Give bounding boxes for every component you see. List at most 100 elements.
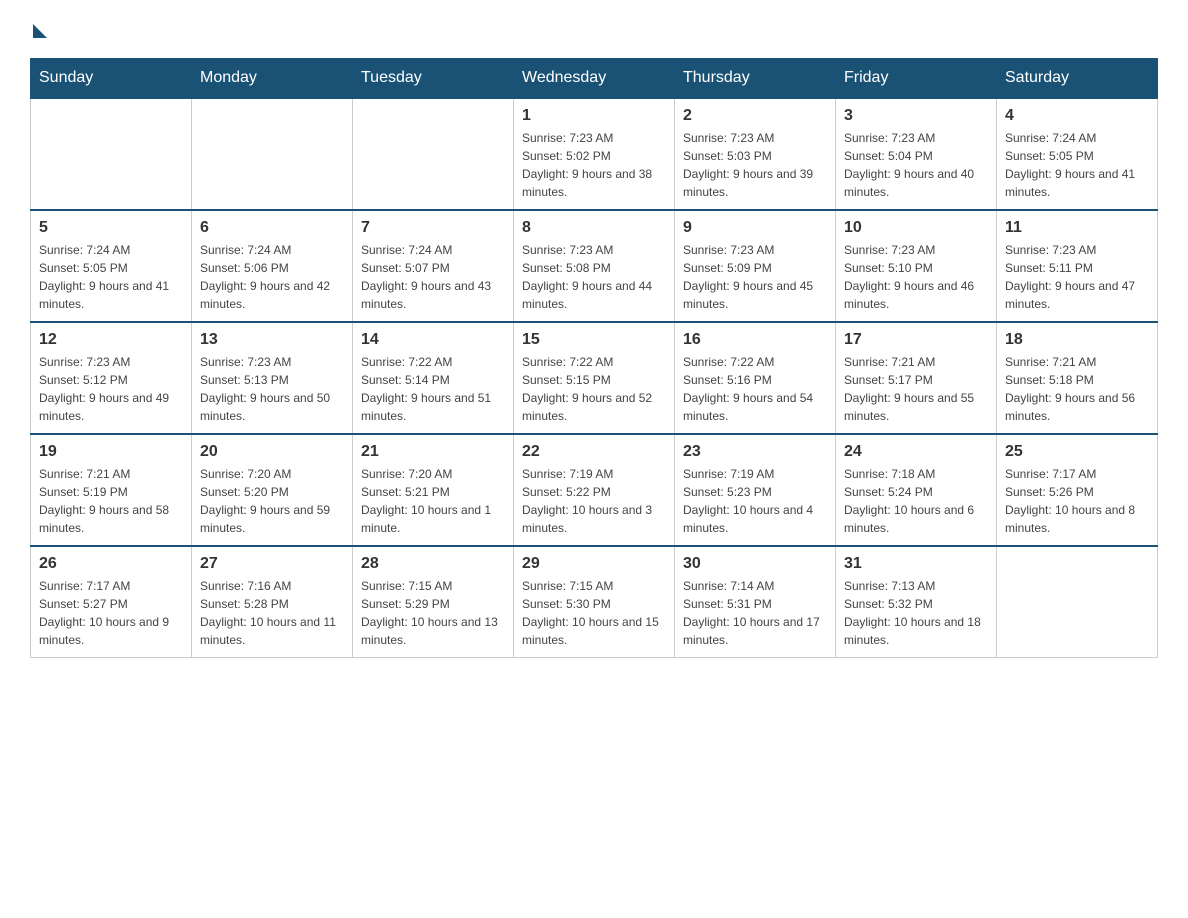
day-info: Sunrise: 7:20 AMSunset: 5:20 PMDaylight:…: [200, 465, 344, 537]
calendar-cell: [31, 98, 192, 210]
day-number: 7: [361, 219, 505, 237]
day-number: 15: [522, 331, 666, 349]
day-number: 18: [1005, 331, 1149, 349]
calendar-week-row: 1 Sunrise: 7:23 AMSunset: 5:02 PMDaylight…: [31, 98, 1158, 210]
calendar-cell: 4 Sunrise: 7:24 AMSunset: 5:05 PMDaylight…: [997, 98, 1158, 210]
day-number: 24: [844, 443, 988, 461]
day-number: 21: [361, 443, 505, 461]
day-info: Sunrise: 7:21 AMSunset: 5:18 PMDaylight:…: [1005, 353, 1149, 425]
calendar-cell: 28Sunrise: 7:15 AMSunset: 5:29 PMDayligh…: [353, 546, 514, 658]
calendar-cell: [192, 98, 353, 210]
calendar-cell: 2 Sunrise: 7:23 AMSunset: 5:03 PMDaylight…: [675, 98, 836, 210]
page-header: [30, 20, 1158, 38]
calendar-header-thursday: Thursday: [675, 59, 836, 99]
day-info: Sunrise: 7:23 AMSunset: 5:02 PMDaylight:…: [522, 129, 666, 201]
day-number: 16: [683, 331, 827, 349]
day-number: 30: [683, 555, 827, 573]
day-number: 8: [522, 219, 666, 237]
day-info: Sunrise: 7:16 AMSunset: 5:28 PMDaylight:…: [200, 577, 344, 649]
calendar-week-row: 19 Sunrise: 7:21 AMSunset: 5:19 PMDayligh…: [31, 434, 1158, 546]
calendar-cell: 30 Sunrise: 7:14 AMSunset: 5:31 PMDayligh…: [675, 546, 836, 658]
calendar-cell: 16 Sunrise: 7:22 AMSunset: 5:16 PMDayligh…: [675, 322, 836, 434]
day-info: Sunrise: 7:20 AMSunset: 5:21 PMDaylight:…: [361, 465, 505, 537]
calendar-cell: 20 Sunrise: 7:20 AMSunset: 5:20 PMDayligh…: [192, 434, 353, 546]
day-number: 25: [1005, 443, 1149, 461]
calendar-cell: [997, 546, 1158, 658]
day-info: Sunrise: 7:21 AMSunset: 5:17 PMDaylight:…: [844, 353, 988, 425]
calendar-cell: 1 Sunrise: 7:23 AMSunset: 5:02 PMDaylight…: [514, 98, 675, 210]
day-number: 5: [39, 219, 183, 237]
day-number: 4: [1005, 107, 1149, 125]
day-info: Sunrise: 7:17 AMSunset: 5:26 PMDaylight:…: [1005, 465, 1149, 537]
day-info: Sunrise: 7:17 AMSunset: 5:27 PMDaylight:…: [39, 577, 183, 649]
logo: [30, 20, 47, 38]
day-info: Sunrise: 7:23 AMSunset: 5:11 PMDaylight:…: [1005, 241, 1149, 313]
day-number: 13: [200, 331, 344, 349]
day-info: Sunrise: 7:23 AMSunset: 5:09 PMDaylight:…: [683, 241, 827, 313]
day-number: 23: [683, 443, 827, 461]
calendar-cell: 9 Sunrise: 7:23 AMSunset: 5:09 PMDaylight…: [675, 210, 836, 322]
day-info: Sunrise: 7:22 AMSunset: 5:16 PMDaylight:…: [683, 353, 827, 425]
calendar-cell: 15 Sunrise: 7:22 AMSunset: 5:15 PMDayligh…: [514, 322, 675, 434]
calendar-cell: 24 Sunrise: 7:18 AMSunset: 5:24 PMDayligh…: [836, 434, 997, 546]
day-info: Sunrise: 7:23 AMSunset: 5:08 PMDaylight:…: [522, 241, 666, 313]
calendar-cell: 3Sunrise: 7:23 AMSunset: 5:04 PMDaylight…: [836, 98, 997, 210]
calendar-cell: 27 Sunrise: 7:16 AMSunset: 5:28 PMDayligh…: [192, 546, 353, 658]
calendar-header-sunday: Sunday: [31, 59, 192, 99]
calendar-week-row: 26Sunrise: 7:17 AMSunset: 5:27 PMDayligh…: [31, 546, 1158, 658]
calendar-header-saturday: Saturday: [997, 59, 1158, 99]
calendar-cell: 10 Sunrise: 7:23 AMSunset: 5:10 PMDayligh…: [836, 210, 997, 322]
day-info: Sunrise: 7:18 AMSunset: 5:24 PMDaylight:…: [844, 465, 988, 537]
calendar-cell: 23 Sunrise: 7:19 AMSunset: 5:23 PMDayligh…: [675, 434, 836, 546]
calendar-cell: 17 Sunrise: 7:21 AMSunset: 5:17 PMDayligh…: [836, 322, 997, 434]
day-number: 10: [844, 219, 988, 237]
day-number: 27: [200, 555, 344, 573]
day-info: Sunrise: 7:23 AMSunset: 5:10 PMDaylight:…: [844, 241, 988, 313]
calendar-cell: 31 Sunrise: 7:13 AMSunset: 5:32 PMDayligh…: [836, 546, 997, 658]
day-number: 28: [361, 555, 505, 573]
day-number: 20: [200, 443, 344, 461]
day-info: Sunrise: 7:14 AMSunset: 5:31 PMDaylight:…: [683, 577, 827, 649]
day-info: Sunrise: 7:15 AMSunset: 5:30 PMDaylight:…: [522, 577, 666, 649]
day-number: 9: [683, 219, 827, 237]
day-info: Sunrise: 7:13 AMSunset: 5:32 PMDaylight:…: [844, 577, 988, 649]
day-info: Sunrise: 7:22 AMSunset: 5:14 PMDaylight:…: [361, 353, 505, 425]
logo-arrow-icon: [33, 24, 47, 38]
day-info: Sunrise: 7:19 AMSunset: 5:23 PMDaylight:…: [683, 465, 827, 537]
calendar-table: SundayMondayTuesdayWednesdayThursdayFrid…: [30, 58, 1158, 658]
day-info: Sunrise: 7:24 AMSunset: 5:05 PMDaylight:…: [1005, 129, 1149, 201]
day-info: Sunrise: 7:22 AMSunset: 5:15 PMDaylight:…: [522, 353, 666, 425]
day-number: 17: [844, 331, 988, 349]
day-info: Sunrise: 7:21 AMSunset: 5:19 PMDaylight:…: [39, 465, 183, 537]
day-info: Sunrise: 7:23 AMSunset: 5:03 PMDaylight:…: [683, 129, 827, 201]
day-number: 2: [683, 107, 827, 125]
day-info: Sunrise: 7:23 AMSunset: 5:12 PMDaylight:…: [39, 353, 183, 425]
calendar-cell: 21 Sunrise: 7:20 AMSunset: 5:21 PMDayligh…: [353, 434, 514, 546]
calendar-cell: 19 Sunrise: 7:21 AMSunset: 5:19 PMDayligh…: [31, 434, 192, 546]
day-number: 31: [844, 555, 988, 573]
calendar-week-row: 12 Sunrise: 7:23 AMSunset: 5:12 PMDayligh…: [31, 322, 1158, 434]
day-info: Sunrise: 7:19 AMSunset: 5:22 PMDaylight:…: [522, 465, 666, 537]
calendar-cell: 13 Sunrise: 7:23 AMSunset: 5:13 PMDayligh…: [192, 322, 353, 434]
calendar-cell: 14Sunrise: 7:22 AMSunset: 5:14 PMDayligh…: [353, 322, 514, 434]
calendar-cell: 6Sunrise: 7:24 AMSunset: 5:06 PMDaylight…: [192, 210, 353, 322]
calendar-cell: [353, 98, 514, 210]
calendar-header-wednesday: Wednesday: [514, 59, 675, 99]
day-info: Sunrise: 7:23 AMSunset: 5:13 PMDaylight:…: [200, 353, 344, 425]
calendar-header-tuesday: Tuesday: [353, 59, 514, 99]
calendar-week-row: 5Sunrise: 7:24 AMSunset: 5:05 PMDaylight…: [31, 210, 1158, 322]
calendar-cell: 22 Sunrise: 7:19 AMSunset: 5:22 PMDayligh…: [514, 434, 675, 546]
day-number: 11: [1005, 219, 1149, 237]
day-info: Sunrise: 7:24 AMSunset: 5:06 PMDaylight:…: [200, 241, 344, 313]
day-number: 19: [39, 443, 183, 461]
calendar-cell: 12 Sunrise: 7:23 AMSunset: 5:12 PMDayligh…: [31, 322, 192, 434]
day-info: Sunrise: 7:24 AMSunset: 5:07 PMDaylight:…: [361, 241, 505, 313]
calendar-cell: 29 Sunrise: 7:15 AMSunset: 5:30 PMDayligh…: [514, 546, 675, 658]
day-number: 29: [522, 555, 666, 573]
calendar-header-row: SundayMondayTuesdayWednesdayThursdayFrid…: [31, 59, 1158, 99]
day-number: 12: [39, 331, 183, 349]
day-number: 22: [522, 443, 666, 461]
calendar-header-friday: Friday: [836, 59, 997, 99]
day-number: 1: [522, 107, 666, 125]
calendar-cell: 25 Sunrise: 7:17 AMSunset: 5:26 PMDayligh…: [997, 434, 1158, 546]
